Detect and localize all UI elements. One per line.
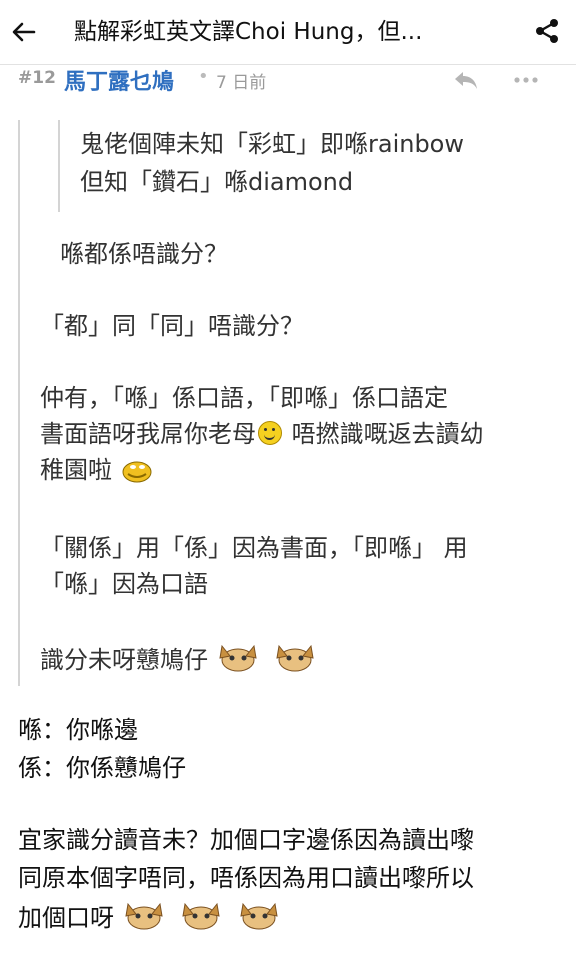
username[interactable]: 馬丁露乜鳩: [64, 64, 174, 96]
reply-line: 加個口呀: [18, 898, 287, 936]
quote-text: 稚園啦: [40, 456, 112, 484]
smiley-emoticon-icon: [258, 421, 282, 445]
top-bar: 點解彩虹英文譯Choi Hung，但...: [0, 0, 576, 65]
post-header: #12 馬丁露乜鳩 • 7 日前: [0, 64, 576, 98]
nested-quote-block: [58, 120, 60, 212]
more-icon[interactable]: [512, 70, 540, 90]
nested-quote-line: 鬼佬個陣未知「彩虹」即喺rainbow: [80, 130, 464, 158]
quote-text: 書面語呀我屌你老母: [40, 420, 256, 448]
quote-text: 識分未呀戇鳩仔: [40, 646, 208, 674]
reply-line: 係：你係戇鳩仔: [18, 754, 186, 782]
arrow-left-icon[interactable]: [8, 16, 40, 48]
thread-title: 點解彩虹英文譯Choi Hung，但...: [74, 19, 423, 45]
quote-line: 喺都係唔識分？: [60, 240, 228, 268]
quote-line: 「喺」因為口語: [40, 570, 208, 598]
reply-text: 加個口呀: [18, 904, 114, 932]
reply-line: 同原本個字唔同，唔係因為用口讀出嚟所以: [18, 864, 474, 892]
quote-line: 「都」同「同」唔識分？: [40, 312, 304, 340]
dog-emoticon-icon: [240, 902, 278, 930]
post-time: 7 日前: [216, 73, 267, 93]
dog-emoticon-icon: [125, 902, 163, 930]
share-icon[interactable]: [532, 16, 562, 46]
reply-line: 喺：你喺邊: [18, 716, 138, 744]
quote-line: 「關係」用「係」因為書面，「即喺」 用: [40, 534, 468, 562]
nested-quote-line: 但知「鑽石」喺diamond: [80, 168, 354, 196]
duck-emoticon-icon: [122, 461, 152, 483]
reply-icon[interactable]: [452, 68, 480, 92]
quote-line: 稚園啦: [40, 452, 160, 488]
dog-emoticon-icon: [276, 644, 314, 672]
quote-line: 仲有，「喺」係口語，「即喺」係口語定: [40, 384, 448, 412]
quote-line: 書面語呀我屌你老母 唔撚識嘅返去讀幼: [40, 416, 484, 452]
dog-emoticon-icon: [182, 902, 220, 930]
reply-line: 宜家識分讀音未？加個口字邊係因為讀出嚟: [18, 826, 474, 854]
dog-emoticon-icon: [219, 644, 257, 672]
separator-dot: •: [198, 66, 209, 87]
quote-text: 唔撚識嘅返去讀幼: [284, 420, 484, 448]
post-number: #12: [18, 68, 56, 88]
quote-line: 識分未呀戇鳩仔: [40, 640, 323, 678]
